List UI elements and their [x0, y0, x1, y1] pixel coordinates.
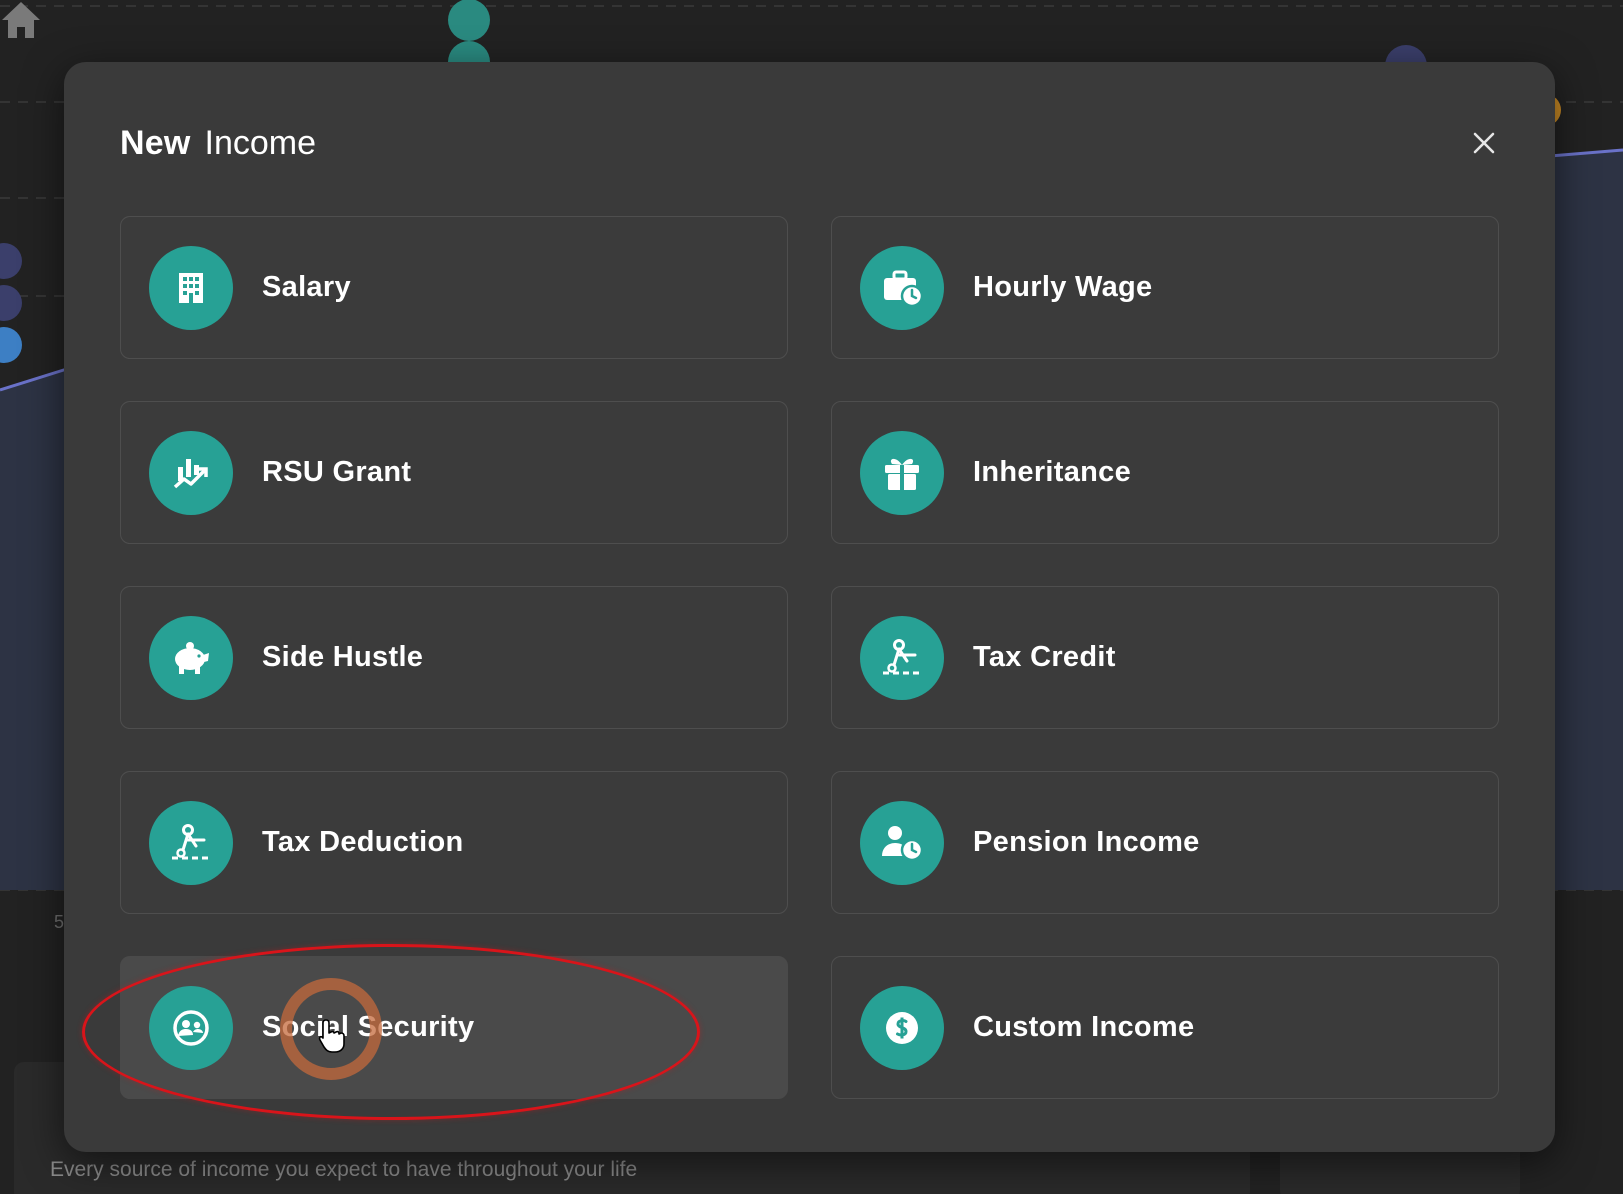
income-option-tax-credit[interactable]: Tax Credit	[831, 586, 1499, 729]
income-option-salary[interactable]: Salary	[120, 216, 788, 359]
background-axis-label: 5	[54, 912, 65, 932]
income-option-pension-income[interactable]: Pension Income	[831, 771, 1499, 914]
people-circle-icon	[149, 985, 233, 1070]
new-income-modal: New Income Salary Hourly Wage RSU Grant …	[64, 62, 1555, 1152]
income-option-label: Inheritance	[973, 456, 1132, 488]
scissors-coupon-icon	[149, 800, 233, 885]
income-option-label: Custom Income	[973, 1011, 1195, 1043]
income-option-label: Tax Deduction	[262, 826, 464, 858]
scissors-coupon-icon	[860, 615, 944, 700]
background-footer-text: Every source of income you expect to hav…	[50, 1158, 638, 1181]
building-icon	[149, 245, 233, 330]
modal-title-light: Income	[204, 124, 317, 162]
close-icon	[1473, 132, 1495, 154]
person-clock-icon	[860, 800, 944, 885]
income-option-label: RSU Grant	[262, 456, 412, 488]
income-option-label: Tax Credit	[973, 641, 1116, 673]
briefcase-clock-icon	[860, 245, 944, 330]
income-option-label: Hourly Wage	[973, 271, 1153, 303]
income-type-grid: Salary Hourly Wage RSU Grant Inheritance…	[120, 216, 1499, 1099]
modal-title-bold: New	[120, 124, 191, 162]
income-option-tax-deduction[interactable]: Tax Deduction	[120, 771, 788, 914]
income-option-label: Side Hustle	[262, 641, 424, 673]
income-option-custom-income[interactable]: Custom Income	[831, 956, 1499, 1099]
chart-trend-icon	[149, 430, 233, 515]
gift-icon	[860, 430, 944, 515]
close-button[interactable]	[1469, 128, 1499, 158]
income-option-inheritance[interactable]: Inheritance	[831, 401, 1499, 544]
modal-title: New Income	[120, 124, 316, 168]
income-option-hourly-wage[interactable]: Hourly Wage	[831, 216, 1499, 359]
income-option-side-hustle[interactable]: Side Hustle	[120, 586, 788, 729]
piggy-bank-icon	[149, 615, 233, 700]
dollar-circle-icon	[860, 985, 944, 1070]
home-icon[interactable]	[0, 0, 42, 40]
income-option-label: Social Security	[262, 1011, 475, 1043]
income-option-label: Pension Income	[973, 826, 1200, 858]
income-option-social-security[interactable]: Social Security	[120, 956, 788, 1099]
income-option-rsu-grant[interactable]: RSU Grant	[120, 401, 788, 544]
income-option-label: Salary	[262, 271, 351, 303]
